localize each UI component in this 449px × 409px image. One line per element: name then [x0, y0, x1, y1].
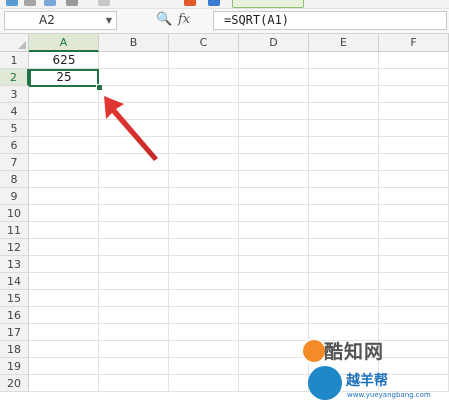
- watermark-brand: 酷知网: [324, 341, 385, 363]
- watermark-url: www.yueyangbang.com: [347, 391, 431, 399]
- arrow-shape: [104, 96, 158, 161]
- watermark-brand-secondary: 越羊帮: [346, 373, 388, 389]
- watermark-logo-secondary: [308, 366, 342, 400]
